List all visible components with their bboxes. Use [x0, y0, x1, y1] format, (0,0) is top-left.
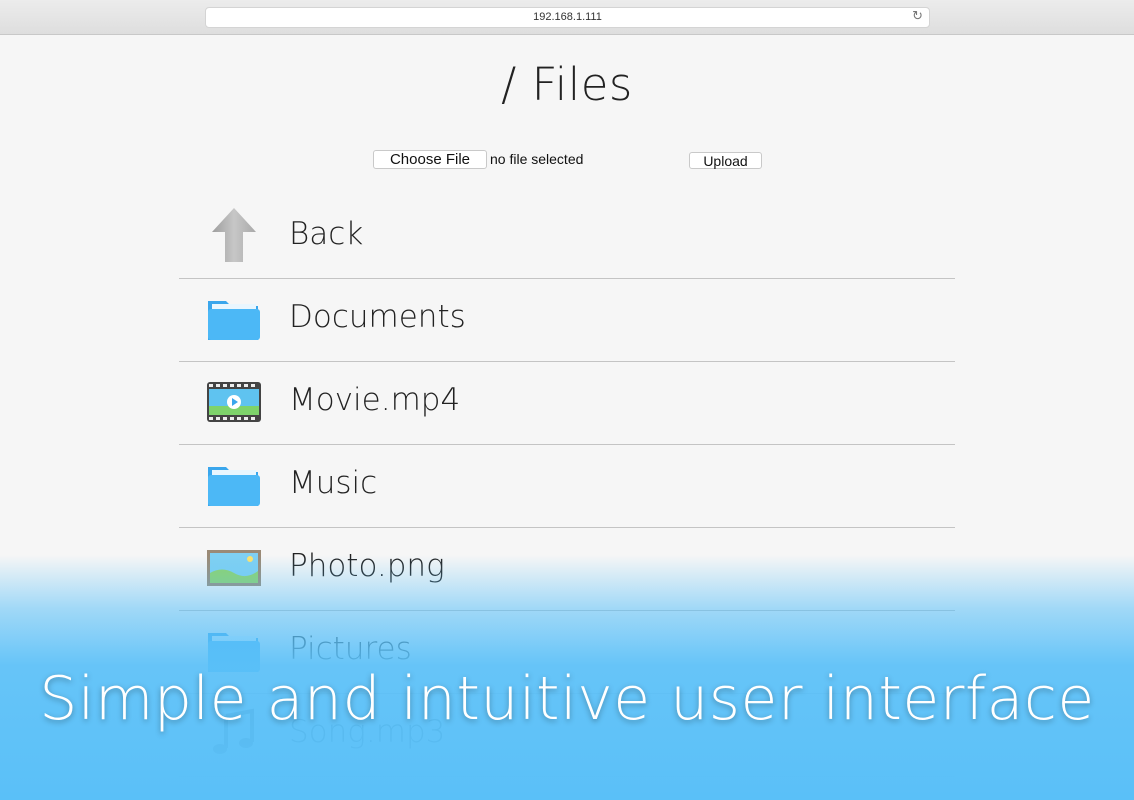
list-item-music[interactable]: Music: [179, 445, 955, 528]
up-arrow-icon: [206, 208, 262, 264]
list-item-photo[interactable]: Photo.png: [179, 528, 955, 611]
choose-file-button[interactable]: Choose File: [373, 150, 487, 169]
list-item-movie[interactable]: Movie.mp4: [179, 362, 955, 445]
reload-icon[interactable]: ↻: [912, 9, 923, 24]
image-file-icon: [206, 540, 262, 596]
item-label: Photo.png: [289, 548, 445, 584]
item-label: Back: [289, 216, 364, 252]
item-label: Movie.mp4: [289, 382, 461, 418]
browser-toolbar: 192.168.1.111 ↻: [0, 0, 1134, 35]
list-item-documents[interactable]: Documents: [179, 279, 955, 362]
item-label: Music: [289, 465, 378, 501]
file-status: no file selected: [490, 151, 584, 167]
url-text: 192.168.1.111: [533, 11, 602, 23]
video-file-icon: [206, 374, 262, 430]
upload-button[interactable]: Upload: [689, 152, 762, 169]
folder-icon: [206, 291, 262, 347]
folder-icon: [206, 457, 262, 513]
list-item-back[interactable]: Back: [179, 196, 955, 279]
item-label: Documents: [289, 299, 466, 335]
upload-form: Choose File no file selected Upload: [0, 150, 1134, 170]
item-label: Pictures: [289, 631, 412, 667]
address-bar[interactable]: 192.168.1.111 ↻: [205, 7, 930, 28]
promo-tagline: Simple and intuitive user interface: [39, 664, 1095, 734]
page-title: / Files: [501, 58, 633, 111]
